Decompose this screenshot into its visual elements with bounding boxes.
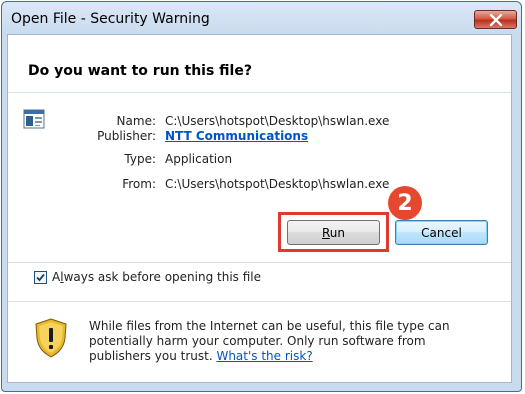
- step-badge: 2: [388, 186, 422, 220]
- warning-message: While files from the Internet can be use…: [89, 319, 450, 363]
- divider: [8, 262, 511, 263]
- cancel-button[interactable]: Cancel: [395, 220, 488, 245]
- run-button-highlight: [278, 212, 389, 252]
- publisher-link[interactable]: NTT Communications: [165, 129, 308, 143]
- window-title: Open File - Security Warning: [11, 11, 210, 27]
- divider: [8, 92, 511, 93]
- security-shield-icon: [35, 318, 67, 358]
- always-ask-label[interactable]: Always ask before opening this file: [52, 270, 261, 284]
- from-value: C:\Users\hotspot\Desktop\hswlan.exe: [165, 177, 390, 191]
- type-label: Type:: [124, 152, 156, 166]
- close-button[interactable]: [474, 10, 517, 29]
- from-label: From:: [122, 177, 156, 191]
- close-icon: [489, 14, 503, 26]
- type-value: Application: [165, 152, 233, 166]
- always-ask-checkbox[interactable]: [34, 271, 47, 284]
- whats-the-risk-link[interactable]: What's the risk?: [216, 349, 312, 363]
- divider: [8, 301, 511, 302]
- title-bar[interactable]: Open File - Security Warning: [2, 2, 521, 36]
- cancel-button-label: Cancel: [421, 225, 462, 240]
- name-label: Name:: [116, 114, 156, 128]
- dialog-question: Do you want to run this file?: [28, 63, 252, 79]
- publisher-label: Publisher:: [97, 129, 156, 143]
- checkmark-icon: [36, 273, 45, 282]
- name-value: C:\Users\hotspot\Desktop\hswlan.exe: [165, 114, 390, 128]
